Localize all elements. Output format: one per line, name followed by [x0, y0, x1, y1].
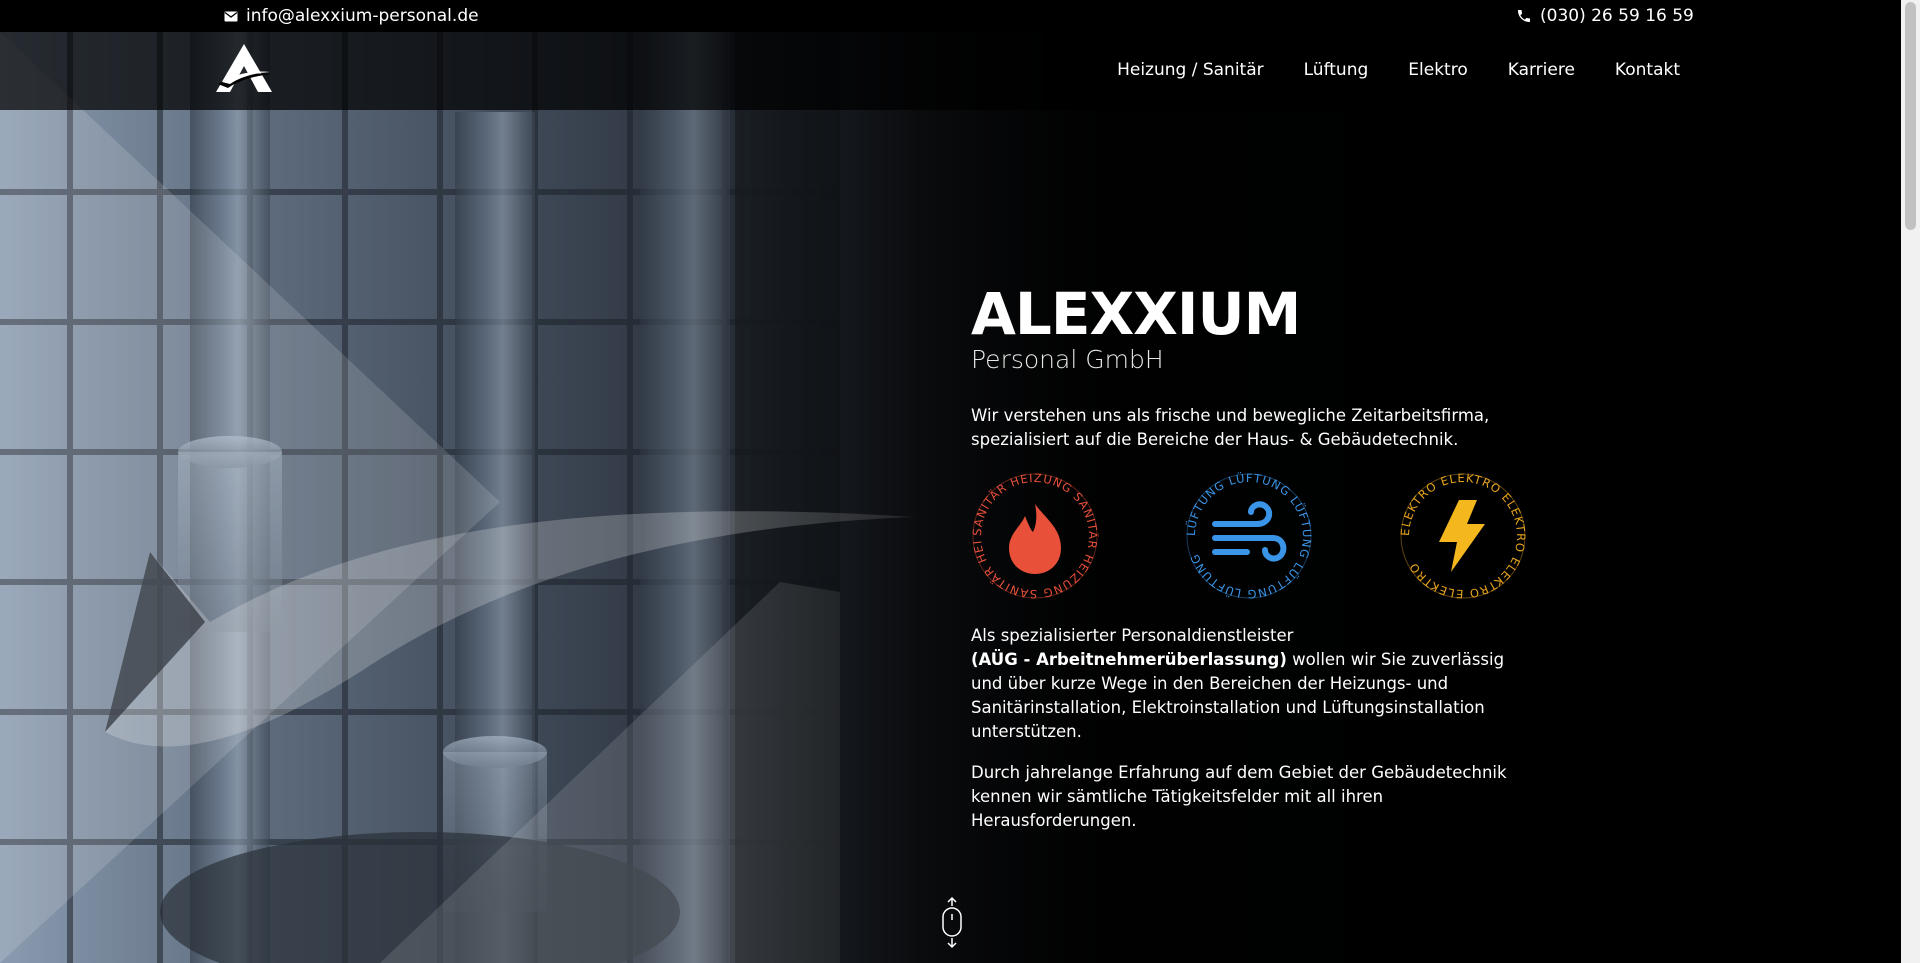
email-link[interactable]: info@alexxium-personal.de: [224, 6, 479, 26]
hero-gradient-overlay: [0, 32, 1901, 963]
phone-link[interactable]: (030) 26 59 16 59: [1516, 6, 1694, 26]
flame-icon: [1009, 504, 1061, 574]
top-contact-bar: info@alexxium-personal.de (030) 26 59 16…: [0, 0, 1901, 32]
brand-title: ALEXXIUM: [971, 280, 1301, 348]
mouse-scroll-icon[interactable]: [939, 896, 965, 954]
hero-content: ALEXXIUM Personal GmbH Wir verstehen uns…: [966, 280, 1531, 849]
badge-elektro[interactable]: ELEKTRO ELEKTRO ELEKTRO ELEKTRO ELEKTRO: [1398, 471, 1527, 601]
service-badges: SANITÄR HEIZUNG SANITÄR HEIZUNG SANITÄR …: [966, 461, 1531, 612]
nav-item-heizung-sanitaer[interactable]: Heizung / Sanitär: [1117, 60, 1264, 80]
main-navbar: Heizung / Sanitär Lüftung Elektro Karrie…: [0, 32, 1901, 110]
badge-heizung-sanitaer[interactable]: SANITÄR HEIZUNG SANITÄR HEIZUNG SANITÄR …: [966, 461, 1100, 601]
main-menu: Heizung / Sanitär Lüftung Elektro Karrie…: [1117, 60, 1680, 80]
phone-text: (030) 26 59 16 59: [1540, 6, 1694, 26]
lightning-icon: [1439, 500, 1485, 572]
nav-item-karriere[interactable]: Karriere: [1508, 60, 1575, 80]
service-description: Als spezialisierter Personaldienstleiste…: [971, 624, 1531, 744]
nav-item-lueftung[interactable]: Lüftung: [1304, 60, 1369, 80]
service-description-start: Als spezialisierter Personaldienstleiste…: [971, 626, 1294, 645]
alexxium-logo[interactable]: [214, 42, 274, 98]
page-scrollbar[interactable]: [1901, 0, 1920, 963]
email-text: info@alexxium-personal.de: [246, 6, 479, 26]
nav-item-elektro[interactable]: Elektro: [1408, 60, 1467, 80]
badge-lueftung[interactable]: LÜFTUNG LÜFTUNG LÜFTUNG LÜFTUNG LÜFTUNG: [1183, 469, 1314, 601]
hero-section: [0, 32, 1901, 963]
brand-subtitle: Personal GmbH: [971, 345, 1164, 374]
service-description-bold: (AÜG - Arbeitnehmerüberlassung): [971, 650, 1287, 669]
phone-icon: [1516, 8, 1532, 24]
mail-icon: [224, 11, 238, 22]
nav-item-kontakt[interactable]: Kontakt: [1615, 60, 1680, 80]
experience-text: Durch jahrelange Erfahrung auf dem Gebie…: [971, 762, 1507, 830]
scrollbar-thumb[interactable]: [1905, 2, 1916, 230]
wind-icon: [1212, 501, 1287, 562]
intro-text: Wir verstehen uns als frische und bewegl…: [971, 406, 1490, 449]
